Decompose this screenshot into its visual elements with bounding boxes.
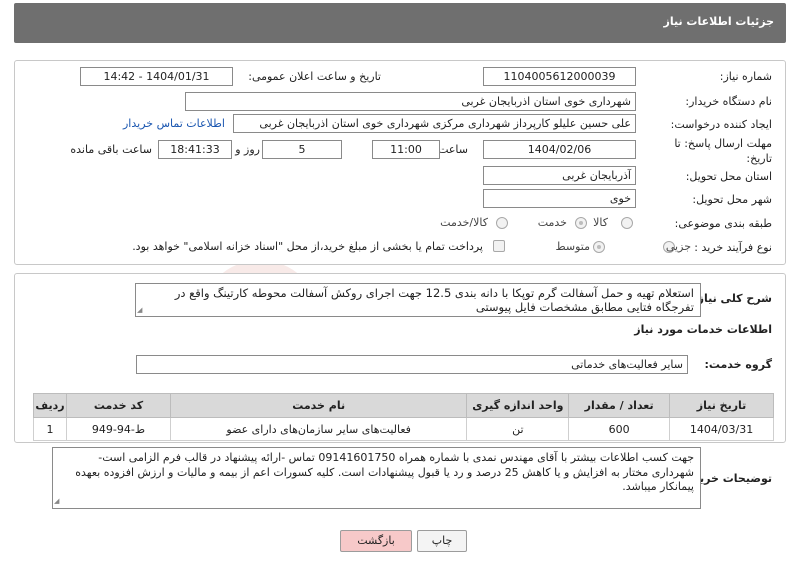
process-label: نوع فرآیند خرید : xyxy=(694,241,772,254)
process-radio-medium[interactable] xyxy=(593,241,605,253)
category-label: طبقه بندی موضوعی: xyxy=(674,217,772,230)
buyer-org-field: شهرداری خوی استان اذربایجان غربی xyxy=(185,92,636,111)
service-group-field: سایر فعالیت‌های خدماتی xyxy=(136,355,688,374)
services-section-title: اطلاعات خدمات مورد نیاز xyxy=(634,323,772,336)
services-table-header: تاریخ نیاز تعداد / مقدار واحد اندازه گیر… xyxy=(32,393,774,418)
process-option-medium: متوسط xyxy=(555,240,590,253)
province-label: استان محل تحویل: xyxy=(685,170,772,183)
deadline-time-label: ساعت xyxy=(438,143,468,156)
services-table: تاریخ نیاز تعداد / مقدار واحد اندازه گیر… xyxy=(32,393,774,441)
category-option-service: خدمت xyxy=(537,216,567,229)
col-header-row: ردیف xyxy=(32,393,68,418)
city-field: خوی xyxy=(483,189,636,208)
cell-service-code: ط-94-949 xyxy=(66,417,171,441)
deadline-label-date: تاریخ: xyxy=(746,152,772,165)
deadline-date-field: 1404/02/06 xyxy=(483,140,636,159)
col-header-service-name: نام خدمت xyxy=(169,393,468,418)
table-row: 1404/03/31 600 تن فعالیت‌های سایر سازمان… xyxy=(32,417,774,441)
remaining-days-field: 5 xyxy=(262,140,342,159)
info-panel xyxy=(14,60,786,265)
cell-service-name: فعالیت‌های سایر سازمان‌های دارای عضو xyxy=(169,417,468,441)
cell-row-number: 1 xyxy=(32,417,68,441)
province-field: آذربایجان غربی xyxy=(483,166,636,185)
city-label: شهر محل تحویل: xyxy=(692,193,772,206)
notes-resize-grip-icon: ◢ xyxy=(54,497,60,505)
process-option-minor: جزیی xyxy=(665,240,691,253)
col-header-date: تاریخ نیاز xyxy=(669,393,774,418)
category-radio-service[interactable] xyxy=(575,217,587,229)
description-text: استعلام تهیه و حمل آسفالت گرم توپکا با د… xyxy=(135,283,701,317)
col-header-service-code: کد خدمت xyxy=(66,393,171,418)
back-button[interactable]: بازگشت xyxy=(340,530,412,552)
remaining-time-field: 18:41:33 xyxy=(158,140,232,159)
buyer-contact-link[interactable]: اطلاعات تماس خریدار xyxy=(123,117,225,130)
page-title: جزئیات اطلاعات نیاز xyxy=(663,15,775,28)
deadline-label: مهلت ارسال پاسخ: تا xyxy=(674,137,772,150)
remaining-label: ساعت باقی مانده xyxy=(70,143,152,156)
description-label: شرح کلی نیاز: xyxy=(693,292,772,305)
cell-unit: تن xyxy=(466,417,570,441)
cell-date: 1404/03/31 xyxy=(669,417,774,441)
announce-field: 1404/01/31 - 14:42 xyxy=(80,67,233,86)
announce-label: تاریخ و ساعت اعلان عمومی: xyxy=(248,70,381,83)
buyer-notes-text: جهت کسب اطلاعات بیشتر با آقای مهندس نمدی… xyxy=(52,447,701,509)
service-group-label: گروه خدمت: xyxy=(704,358,772,371)
treasury-payment-checkbox[interactable] xyxy=(493,240,505,252)
need-number-label: شماره نیاز: xyxy=(719,70,772,83)
need-number-field: 1104005612000039 xyxy=(483,67,636,86)
col-header-quantity: تعداد / مقدار xyxy=(568,393,671,418)
buyer-org-label: نام دستگاه خریدار: xyxy=(685,95,772,108)
category-radio-goods[interactable] xyxy=(621,217,633,229)
deadline-time-field: 11:00 xyxy=(372,140,440,159)
cell-quantity: 600 xyxy=(568,417,671,441)
category-option-goods: کالا xyxy=(593,216,608,229)
creator-field: علی حسین علیلو کارپرداز شهرداری مرکزی شه… xyxy=(233,114,636,133)
category-option-goods-service: کالا/خدمت xyxy=(440,216,488,229)
page-header: جزئیات اطلاعات نیاز xyxy=(14,3,786,43)
print-button[interactable]: چاپ xyxy=(417,530,467,552)
treasury-payment-note: پرداخت تمام یا بخشی از مبلغ خرید،از محل … xyxy=(132,240,483,253)
col-header-unit: واحد اندازه گیری xyxy=(466,393,570,418)
category-radio-goods-service[interactable] xyxy=(496,217,508,229)
days-label: روز و xyxy=(235,143,260,156)
creator-label: ایجاد کننده درخواست: xyxy=(670,118,772,131)
